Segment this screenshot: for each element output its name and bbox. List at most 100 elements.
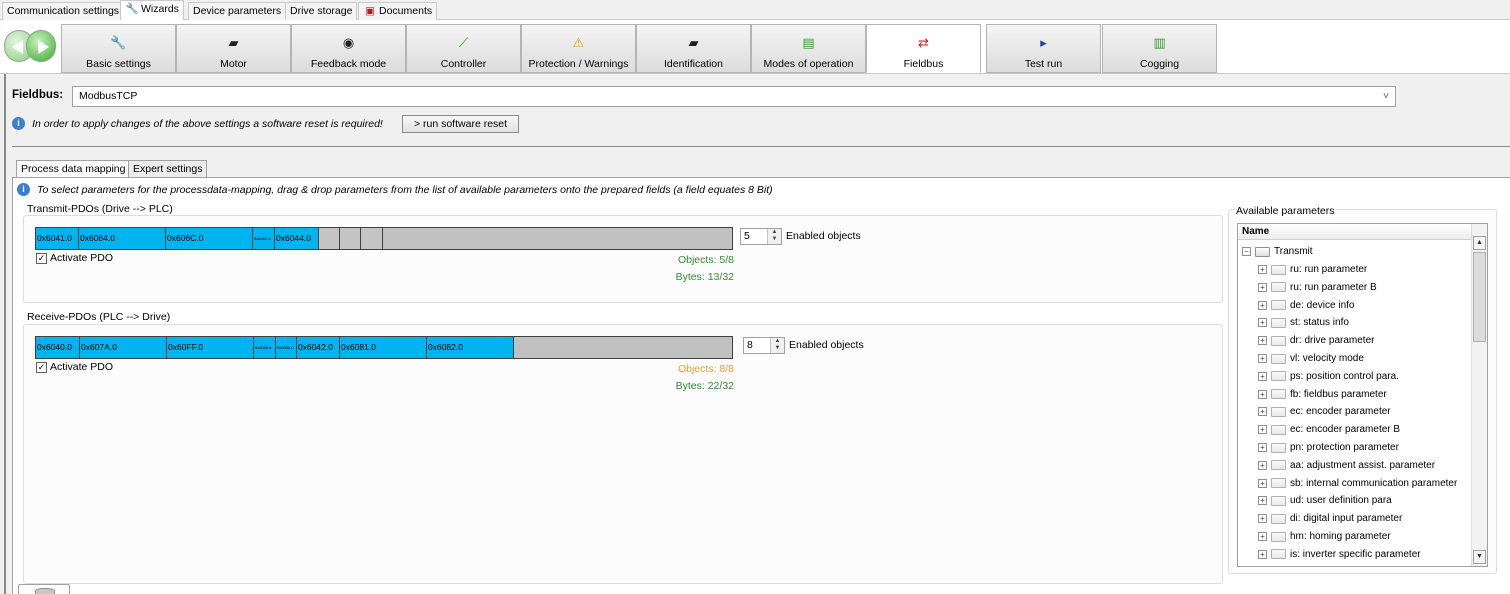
tree-item[interactable]: + ud: user definition para (1258, 492, 1392, 509)
expand-icon[interactable]: + (1258, 425, 1267, 435)
database-icon[interactable] (18, 584, 70, 594)
expand-icon[interactable]: + (1258, 371, 1267, 381)
spinner-arrows-icon[interactable]: ▲ ▼ (767, 229, 781, 244)
expand-icon[interactable]: + (1258, 300, 1267, 310)
wizard-tab-fieldbus[interactable]: ⇄ Fieldbus (866, 24, 981, 73)
tree-item[interactable]: + dr: drive parameter (1258, 332, 1374, 349)
fieldbus-select[interactable]: ModbusTCP ˅ (72, 86, 1396, 107)
spinner-arrows-icon[interactable]: ▲ ▼ (770, 338, 784, 353)
tree-item[interactable]: + sb: internal communication parameter (1258, 475, 1457, 492)
wizard-tab-protection-warnings[interactable]: ⚠ Protection / Warnings (521, 24, 636, 73)
pdo-slot[interactable]: 0x6042.0 (297, 337, 340, 358)
tree-scrollbar[interactable]: ▲ ▼ (1471, 224, 1487, 566)
pdo-slot[interactable]: 0x6064.0 (79, 228, 166, 249)
transmit-activate-pdo-checkbox[interactable]: ✓ Activate PDO (36, 252, 113, 264)
expand-icon[interactable]: + (1258, 549, 1267, 559)
tree-item[interactable]: + hm: homing parameter (1258, 528, 1391, 545)
pdo-slot[interactable]: 0x60FF.0 (167, 337, 254, 358)
expand-icon[interactable]: + (1258, 336, 1267, 346)
wizard-tab-controller[interactable]: ⟋ Controller (406, 24, 521, 73)
expand-icon[interactable]: + (1258, 532, 1267, 541)
pdo-empty-slot[interactable] (361, 228, 383, 249)
available-parameters-tree[interactable]: Name − Transmit + ru: run parameter + ru: ru… (1237, 223, 1488, 567)
warning-icon: ⚠ (572, 35, 585, 50)
tree-item[interactable]: + ru: run parameter (1258, 261, 1367, 278)
tab-process-data-mapping[interactable]: Process data mapping (16, 160, 131, 178)
folder-icon (1271, 353, 1286, 364)
transmit-enabled-objects-spinner[interactable]: 5 ▲ ▼ (740, 228, 782, 245)
transmit-pdo-bar[interactable]: 0x6041.0 0x6064.0 0x606C.0 0x6061.0 0x60… (35, 227, 733, 250)
tree-item[interactable]: + pn: protection parameter (1258, 439, 1399, 456)
pdo-slot[interactable]: 0x606C.0 (166, 228, 253, 249)
checkbox-label: Activate PDO (50, 361, 114, 373)
play-icon: ▸ (1040, 35, 1047, 50)
tree-item[interactable]: + st: status info (1258, 314, 1349, 331)
spinner-value: 5 (744, 230, 750, 242)
wizard-tab-label: Identification (664, 58, 723, 70)
expand-icon[interactable]: + (1258, 389, 1267, 399)
scroll-thumb[interactable] (1473, 252, 1486, 342)
expand-icon[interactable]: + (1258, 318, 1267, 328)
receive-pdo-bar[interactable]: 0x6040.0 0x607A.0 0x60FF.0 0x6060.0 0x60… (35, 336, 733, 359)
expand-icon[interactable]: + (1258, 282, 1267, 292)
tree-root-transmit[interactable]: − Transmit (1242, 243, 1313, 260)
tree-item[interactable]: + ru: run parameter B (1258, 279, 1377, 296)
wizard-tab-feedback-mode[interactable]: ◉ Feedback mode (291, 24, 406, 73)
wizard-tab-label: Controller (440, 58, 487, 70)
tree-item[interactable]: + di: digital input parameter (1258, 510, 1402, 527)
folder-icon (1271, 495, 1286, 506)
expand-icon[interactable]: + (1258, 407, 1267, 417)
wizard-tab-motor[interactable]: ▰ Motor (176, 24, 291, 73)
pdo-slot[interactable]: 0x607A.0 (80, 337, 167, 358)
transmit-pdos-group: 0x6041.0 0x6064.0 0x606C.0 0x6061.0 0x60… (23, 215, 1223, 303)
tab-communication-settings[interactable]: Communication settings (2, 2, 125, 20)
expand-icon[interactable]: + (1258, 478, 1267, 488)
tab-documents[interactable]: ▣ Documents (358, 2, 438, 20)
expand-icon[interactable]: + (1258, 443, 1267, 452)
expand-icon[interactable]: + (1258, 265, 1267, 274)
pdo-slot[interactable]: 0x6060.0 (276, 337, 297, 358)
receive-enabled-objects-spinner[interactable]: 8 ▲ ▼ (743, 337, 785, 354)
tree-item[interactable]: + ec: encoder parameter (1258, 403, 1391, 420)
tree-item[interactable]: + vl: velocity mode (1258, 350, 1364, 367)
scroll-up-icon[interactable]: ▲ (1473, 236, 1486, 250)
pdo-empty-slot[interactable] (319, 228, 340, 249)
wizard-tab-basic-settings[interactable]: 🔧 Basic settings (61, 24, 176, 73)
tree-item[interactable]: + de: device info (1258, 297, 1355, 314)
expand-icon[interactable]: + (1258, 496, 1267, 506)
tree-item[interactable]: + ec: encoder parameter B (1258, 421, 1400, 438)
wizard-tab-modes-of-operation[interactable]: ▤ Modes of operation (751, 24, 866, 73)
scroll-down-icon[interactable]: ▼ (1473, 550, 1486, 564)
tab-wizards[interactable]: 🔧 Wizards (120, 0, 184, 21)
expand-icon[interactable]: + (1258, 460, 1267, 470)
forward-arrow-icon[interactable] (26, 30, 56, 62)
tree-item[interactable]: + ps: position control para. (1258, 368, 1399, 385)
receive-activate-pdo-checkbox[interactable]: ✓ Activate PDO (36, 361, 113, 373)
pdo-slot[interactable]: 0x6041.0 (36, 228, 79, 249)
wizard-tab-test-run[interactable]: ▸ Test run (986, 24, 1101, 73)
tab-drive-storage[interactable]: Drive storage (285, 2, 358, 20)
receive-objects-count: Objects: 8/8 (677, 363, 734, 375)
collapse-icon[interactable]: − (1242, 247, 1251, 256)
tree-node-label: vl: velocity mode (1290, 353, 1364, 364)
expand-icon[interactable]: + (1258, 514, 1267, 524)
pdo-slot[interactable]: 0x6060.0 (254, 337, 276, 358)
tab-device-parameters[interactable]: Device parameters (188, 2, 287, 20)
wizard-tab-cogging[interactable]: ▥ Cogging (1102, 24, 1217, 73)
tree-item[interactable]: + is: inverter specific parameter (1258, 546, 1421, 563)
tree-item[interactable]: + aa: adjustment assist. parameter (1258, 457, 1435, 474)
pdo-slot[interactable]: 0x6081.0 (340, 337, 427, 358)
pdo-slot[interactable]: 0x6040.0 (36, 337, 80, 358)
pdo-slot[interactable]: 0x6082.0 (427, 337, 514, 358)
pdo-slot[interactable]: 0x6061.0 (253, 228, 275, 249)
tree-column-header[interactable]: Name (1238, 224, 1472, 240)
run-software-reset-button[interactable]: > run software reset (402, 115, 519, 133)
folder-icon (1271, 317, 1286, 328)
pdo-slot[interactable]: 0x6044.0 (275, 228, 319, 249)
expand-icon[interactable]: + (1258, 354, 1267, 363)
transmit-bytes-count: Bytes: 13/32 (675, 271, 734, 283)
tree-item[interactable]: + fb: fieldbus parameter (1258, 386, 1387, 403)
tab-expert-settings[interactable]: Expert settings (128, 160, 208, 177)
wizard-tab-identification[interactable]: ▰ Identification (636, 24, 751, 73)
pdo-empty-slot[interactable] (340, 228, 361, 249)
